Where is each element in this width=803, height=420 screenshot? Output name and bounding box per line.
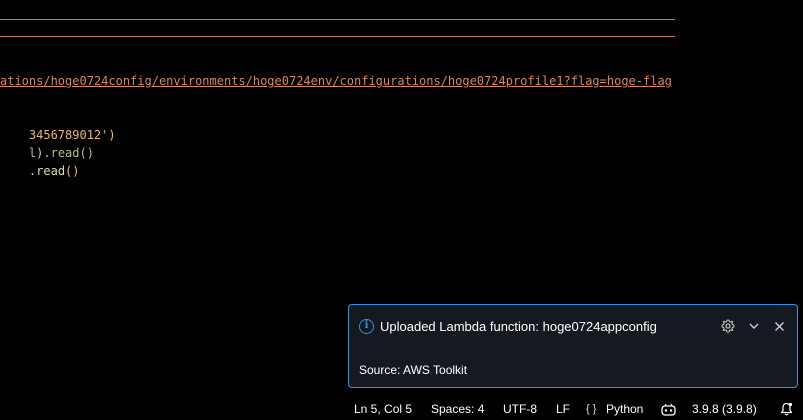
gear-icon[interactable] — [719, 317, 737, 335]
python-interpreter[interactable]: 3.9.8 (3.9.8) — [692, 402, 757, 417]
close-paren: ) — [108, 128, 116, 142]
status-bar: Ln 5, Col 5 Spaces: 4 UTF-8 LF { } Pytho… — [0, 400, 803, 419]
copilot-icon[interactable] — [661, 403, 676, 420]
chevron-down-icon[interactable] — [745, 317, 763, 335]
info-icon: i — [359, 319, 374, 334]
encoding-setting[interactable]: UTF-8 — [503, 402, 537, 417]
cursor-position[interactable]: Ln 5, Col 5 — [354, 402, 412, 417]
language-mode[interactable]: Python — [606, 402, 643, 417]
eol-setting[interactable]: LF — [556, 402, 570, 417]
notification-message: Uploaded Lambda function: hoge0724appcon… — [380, 319, 657, 334]
code-token: read — [36, 164, 66, 178]
close-icon[interactable] — [770, 317, 788, 335]
notification-toast: i Uploaded Lambda function: hoge0724appc… — [348, 304, 798, 388]
separator-line — [0, 36, 675, 37]
code-line-4[interactable]: .read() — [0, 144, 80, 198]
bell-icon[interactable] — [780, 402, 793, 420]
separator-line — [0, 19, 675, 20]
code-line-url[interactable]: ations/hoge0724config/environments/hoge0… — [0, 72, 675, 90]
indentation-setting[interactable]: Spaces: 4 — [431, 402, 484, 417]
code-token: () — [65, 164, 80, 178]
language-braces-icon: { } — [586, 403, 597, 415]
notification-source: Source: AWS Toolkit — [359, 363, 468, 377]
